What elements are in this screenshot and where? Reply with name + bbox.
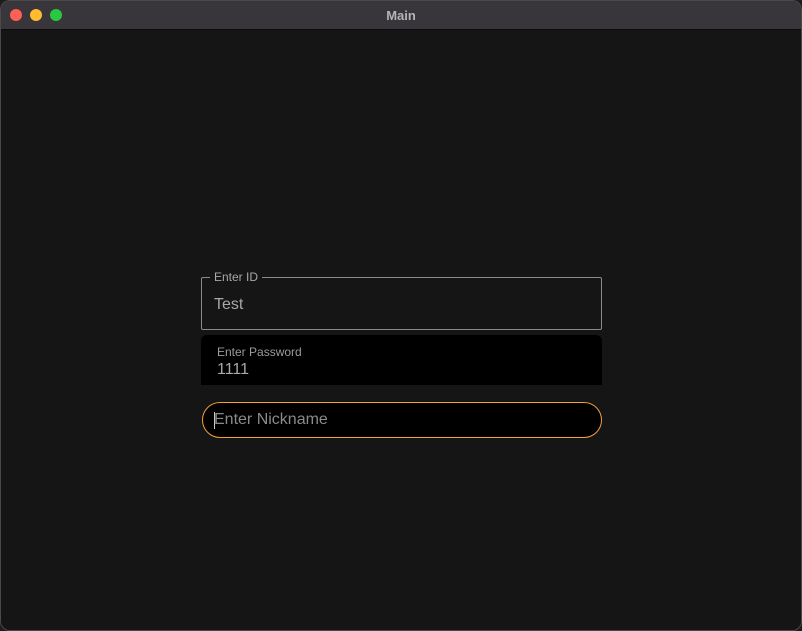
app-window: Main Enter ID Test Enter Password 1111 bbox=[0, 0, 802, 631]
id-field-value[interactable]: Test bbox=[214, 296, 243, 314]
id-field-label: Enter ID bbox=[210, 270, 263, 284]
id-field[interactable]: Enter ID Test bbox=[201, 270, 602, 330]
title-bar[interactable]: Main bbox=[1, 1, 801, 30]
nickname-input[interactable] bbox=[214, 403, 584, 437]
password-field-value[interactable]: 1111 bbox=[217, 361, 249, 379]
password-field-label: Enter Password bbox=[217, 345, 302, 359]
text-cursor bbox=[214, 412, 215, 429]
nickname-field[interactable] bbox=[202, 402, 602, 438]
password-field[interactable]: Enter Password 1111 bbox=[201, 335, 602, 385]
main-content: Enter ID Test Enter Password 1111 bbox=[1, 30, 801, 630]
window-title: Main bbox=[386, 8, 416, 23]
